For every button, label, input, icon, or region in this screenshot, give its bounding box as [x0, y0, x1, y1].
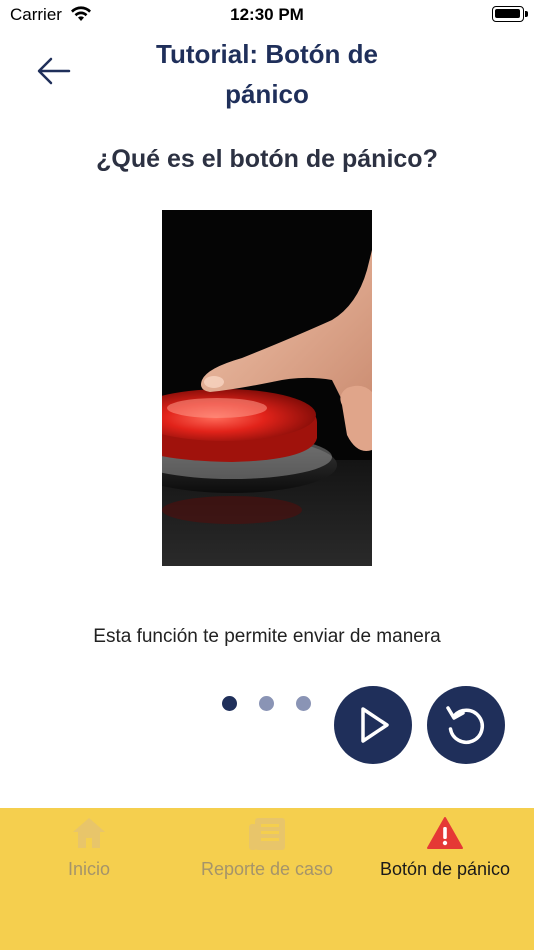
tab-inicio[interactable]: Inicio [0, 808, 178, 898]
panic-button-photo [162, 210, 372, 566]
page-title-line1: Tutorial: Botón de [156, 39, 378, 69]
back-button[interactable] [34, 53, 74, 89]
arrow-left-icon [37, 57, 71, 85]
play-button[interactable] [334, 686, 412, 764]
page-dot-1[interactable] [222, 696, 237, 711]
page-title: Tutorial: Botón de pánico [110, 34, 424, 114]
page-dot-2[interactable] [259, 696, 274, 711]
pagination-dots [222, 696, 311, 711]
clock: 12:30 PM [230, 5, 304, 24]
tab-boton-de-panico-label: Botón de pánico [379, 859, 511, 879]
replay-button[interactable] [427, 686, 505, 764]
page-title-line2: pánico [225, 79, 309, 109]
replay-icon [446, 706, 484, 744]
tab-reporte-de-caso[interactable]: Reporte de caso [178, 808, 356, 898]
status-bar: Carrier 12:30 PM [0, 0, 534, 30]
play-icon [361, 707, 389, 743]
tab-boton-de-panico[interactable]: Botón de pánico [356, 808, 534, 898]
document-icon [248, 816, 286, 857]
battery-icon [492, 6, 528, 22]
home-icon [71, 816, 107, 855]
tab-reporte-de-caso-label: Reporte de caso [200, 859, 334, 879]
warning-icon [426, 816, 464, 855]
tab-bar: Inicio Reporte de caso Botón de pánico [0, 808, 534, 950]
page-dot-3[interactable] [296, 696, 311, 711]
section-heading: ¿Qué es el botón de pánico? [96, 145, 438, 173]
description-text: Esta función te permite enviar de manera [93, 626, 441, 647]
tab-inicio-label: Inicio [67, 859, 111, 879]
